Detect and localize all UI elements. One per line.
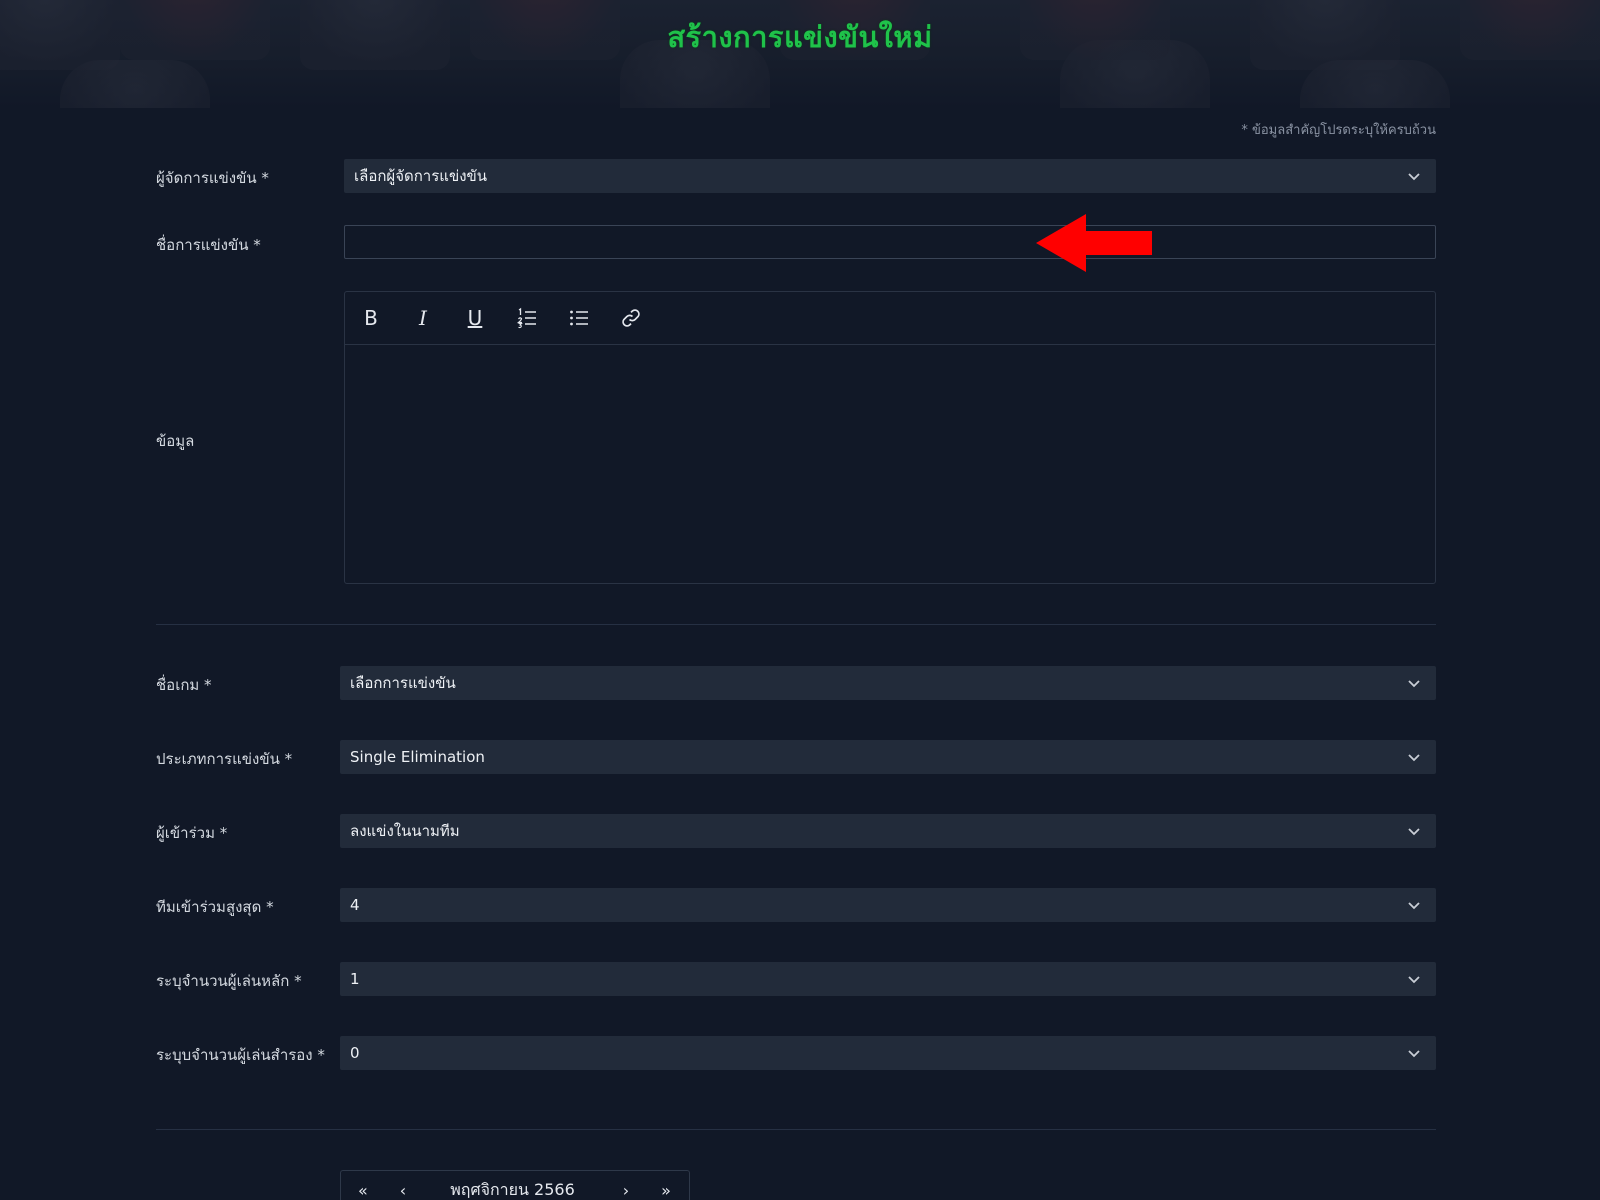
section-divider <box>156 624 1436 625</box>
participants-value: ลงแข่งในนามทีม <box>350 822 460 840</box>
bullet-list-icon <box>570 310 588 326</box>
italic-button[interactable]: I <box>409 304 437 332</box>
chevron-down-icon <box>1408 828 1420 836</box>
sub-players-select[interactable]: 0 <box>340 1036 1436 1070</box>
max-teams-value: 4 <box>350 896 360 914</box>
main-players-value: 1 <box>350 970 360 988</box>
chevron-down-icon <box>1408 902 1420 910</box>
organizer-value: เลือกผู้จัดการแข่งขัน <box>354 167 488 185</box>
game-select[interactable]: เลือกการแข่งขัน <box>340 666 1436 700</box>
chevron-down-icon <box>1408 173 1420 181</box>
main-players-select[interactable]: 1 <box>340 962 1436 996</box>
next-year-button[interactable]: » <box>661 1181 671 1200</box>
competition-name-input[interactable] <box>344 225 1436 259</box>
section-divider <box>156 1129 1436 1130</box>
calendar-header: « ‹ พฤศจิกายน 2566 › » <box>340 1170 690 1200</box>
chevron-down-icon <box>1408 680 1420 688</box>
page-title: สร้างการแข่งขันใหม่ <box>667 20 933 54</box>
rich-text-editor[interactable]: B I U <box>344 291 1436 584</box>
competition-name-label: ชื่อการแข่งขัน * <box>156 236 261 254</box>
participants-select[interactable]: ลงแข่งในนามทีม <box>340 814 1436 848</box>
type-select[interactable]: Single Elimination <box>340 740 1436 774</box>
underline-icon: U <box>467 306 483 330</box>
prev-year-button[interactable]: « <box>358 1181 368 1200</box>
underline-button[interactable]: U <box>461 304 489 332</box>
chevron-down-icon <box>1408 976 1420 984</box>
game-label: ชื่อเกม * <box>156 676 212 694</box>
ordered-list-button[interactable] <box>513 304 541 332</box>
prev-month-button[interactable]: ‹ <box>400 1181 406 1200</box>
max-teams-label: ทีมเข้าร่วมสูงสุด * <box>156 898 274 916</box>
organizer-select[interactable]: เลือกผู้จัดการแข่งขัน <box>344 159 1436 193</box>
type-value: Single Elimination <box>350 748 485 766</box>
italic-icon: I <box>419 306 427 330</box>
bold-icon: B <box>364 306 378 330</box>
calendar-month-label[interactable]: พฤศจิกายน 2566 <box>450 1178 575 1200</box>
chevron-down-icon <box>1408 754 1420 762</box>
ordered-list-icon <box>516 307 536 329</box>
sub-players-label: ระบุบจำนวนผู้เล่นสำรอง * <box>156 1046 325 1064</box>
link-icon <box>622 309 640 327</box>
info-label: ข้อมูล <box>156 432 195 450</box>
game-value: เลือกการแข่งขัน <box>350 674 456 692</box>
required-note: * ข้อมูลสำคัญโปรดระบุให้ครบถ้วน <box>1241 123 1436 138</box>
link-button[interactable] <box>617 304 645 332</box>
participants-label: ผู้เข้าร่วม * <box>156 824 228 842</box>
sub-players-value: 0 <box>350 1044 360 1062</box>
organizer-label: ผู้จัดการแข่งขัน * <box>156 169 269 187</box>
type-label: ประเภทการแข่งขัน * <box>156 750 293 768</box>
bold-button[interactable]: B <box>357 304 385 332</box>
main-players-label: ระบุจำนวนผู้เล่นหลัก * <box>156 972 302 990</box>
editor-toolbar: B I U <box>345 292 1435 345</box>
red-arrow-annotation <box>1036 214 1152 272</box>
max-teams-select[interactable]: 4 <box>340 888 1436 922</box>
next-month-button[interactable]: › <box>623 1181 629 1200</box>
chevron-down-icon <box>1408 1050 1420 1058</box>
bullet-list-button[interactable] <box>565 304 593 332</box>
